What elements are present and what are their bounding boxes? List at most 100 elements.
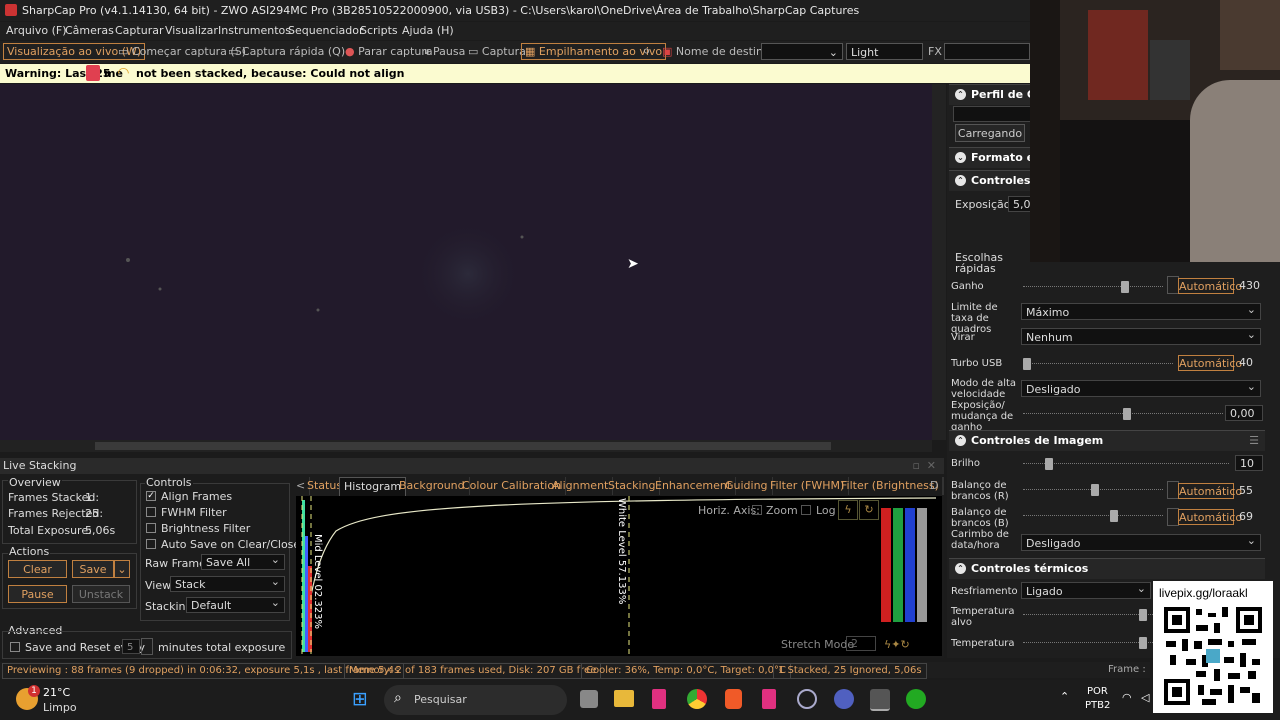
red-channel-slider[interactable]: [881, 508, 891, 622]
brilho-slider[interactable]: [1023, 458, 1229, 470]
fx-select[interactable]: [944, 43, 1030, 60]
virar-select[interactable]: Nenhum: [1021, 326, 1261, 345]
balanco-b-slider-thumb[interactable]: [1110, 510, 1118, 522]
exp-ganho-slider[interactable]: [1023, 408, 1223, 420]
stop-capture-button[interactable]: ● Parar captura: [345, 44, 433, 59]
onenote-icon-2[interactable]: [762, 689, 776, 709]
file-explorer-icon[interactable]: [614, 690, 634, 707]
onenote-icon[interactable]: [652, 689, 666, 709]
turbo-auto-button[interactable]: Automático: [1178, 355, 1242, 371]
stretch-lightning-icon[interactable]: ϟ✦↻: [884, 638, 910, 651]
channel-sliders[interactable]: [881, 498, 939, 622]
ganho-auto-button[interactable]: Automático: [1178, 278, 1242, 294]
clear-button[interactable]: Clear: [8, 560, 67, 578]
auto-stretch-icon[interactable]: ϟ: [838, 500, 858, 520]
menu-arquivo[interactable]: Arquivo (F): [6, 24, 67, 37]
auto-save-checkbox[interactable]: [146, 539, 156, 549]
temp-alvo-slider-thumb[interactable]: [1139, 609, 1147, 621]
scroll-thumb[interactable]: [95, 442, 831, 450]
menu-icon[interactable]: ☰: [1249, 431, 1259, 451]
stacking-select[interactable]: Default: [186, 595, 285, 613]
vertical-scrollbar[interactable]: [932, 84, 946, 440]
tab-scroll-right[interactable]: D: [926, 477, 944, 495]
controles-imagem-header[interactable]: ⌃ Controles de Imagem ☰: [949, 430, 1265, 451]
menu-visualizar[interactable]: Visualizar: [165, 24, 218, 37]
pause-button[interactable]: ⏸ Pausa: [424, 44, 465, 59]
brilho-value[interactable]: 10: [1235, 455, 1263, 471]
target-name-select[interactable]: ⌄: [761, 43, 843, 60]
temp-alvo-slider[interactable]: [1023, 609, 1153, 621]
zoom-checkbox[interactable]: [752, 505, 762, 515]
lang-secondary[interactable]: PTB2: [1085, 700, 1110, 711]
green-channel-slider[interactable]: [893, 508, 903, 622]
record-dot-icon[interactable]: ⚪: [642, 44, 651, 59]
turbo-value[interactable]: 40: [1235, 355, 1269, 371]
log-checkbox[interactable]: [801, 505, 811, 515]
carimbo-select[interactable]: Desligado: [1021, 532, 1261, 551]
align-frames-checkbox[interactable]: ✓: [146, 491, 156, 501]
balanco-b-auto-button[interactable]: Automático: [1178, 509, 1242, 525]
turbo-slider-thumb[interactable]: [1023, 358, 1031, 370]
windows-start-icon[interactable]: ⊞: [352, 689, 372, 709]
balanco-r-value[interactable]: 55: [1235, 483, 1269, 499]
wifi-icon[interactable]: ◠: [1122, 691, 1132, 704]
controles-termicos-header[interactable]: ⌃ Controles térmicos: [949, 558, 1265, 579]
histogram-view[interactable]: Mid Level 02.323% White Level 57.133% Ho…: [296, 496, 942, 656]
reset-icon[interactable]: ↻: [859, 500, 879, 520]
ganho-slider[interactable]: [1023, 281, 1163, 293]
tab-guiding[interactable]: Guiding: [721, 477, 773, 495]
float-icon[interactable]: ▫: [913, 458, 920, 474]
luminance-channel-slider[interactable]: [917, 508, 927, 622]
balanco-r-slider[interactable]: [1023, 484, 1163, 496]
blue-channel-slider[interactable]: [905, 508, 915, 622]
close-icon[interactable]: ✕: [927, 458, 936, 474]
raw-frames-select[interactable]: Save All: [201, 552, 285, 570]
app-icon-globe[interactable]: [797, 689, 817, 709]
stellarium-icon[interactable]: [834, 689, 854, 709]
menu-cameras[interactable]: Câmeras: [65, 24, 114, 37]
brightness-filter-checkbox[interactable]: [146, 523, 156, 533]
carregando-button[interactable]: Carregando: [955, 124, 1025, 142]
menu-ajuda[interactable]: Ajuda (H): [402, 24, 454, 37]
green-app-icon[interactable]: [906, 689, 926, 709]
profile-select[interactable]: [953, 106, 1035, 122]
frame-type-select[interactable]: Light Frames⌄: [846, 43, 923, 76]
target-name-button[interactable]: ▣ Nome de destino: [662, 44, 770, 59]
ganho-slider-thumb[interactable]: [1121, 281, 1129, 293]
save-dropdown-button[interactable]: ⌄: [114, 560, 130, 578]
limite-select[interactable]: Máximo: [1021, 301, 1261, 320]
start-capture-button[interactable]: ▭ Começar captura (S): [118, 44, 246, 59]
menu-scripts[interactable]: Scripts: [360, 24, 398, 37]
menu-instrumentos[interactable]: Instrumentos: [218, 24, 291, 37]
ganho-value[interactable]: 430: [1235, 278, 1269, 294]
horizontal-scrollbar[interactable]: [0, 440, 932, 452]
snapshot-button[interactable]: ▭ Captura: [468, 44, 526, 59]
unstack-button[interactable]: Unstack: [72, 585, 130, 603]
pause-stack-button[interactable]: Pause: [8, 585, 67, 603]
image-viewer[interactable]: ➤: [0, 84, 932, 440]
exp-ganho-slider-thumb[interactable]: [1123, 408, 1131, 420]
save-reset-spinner[interactable]: [141, 638, 153, 655]
balanco-b-slider[interactable]: [1023, 510, 1163, 522]
chrome-icon[interactable]: [687, 689, 707, 709]
balanco-b-value[interactable]: 69: [1235, 509, 1269, 525]
balanco-r-auto-button[interactable]: Automático: [1178, 483, 1242, 499]
save-reset-checkbox[interactable]: [10, 642, 20, 652]
stretch-mode-value[interactable]: 2: [846, 636, 876, 651]
save-button[interactable]: Save: [72, 560, 114, 578]
save-reset-value[interactable]: 5: [122, 639, 140, 654]
fwhm-filter-checkbox[interactable]: [146, 507, 156, 517]
lang-primary[interactable]: POR: [1087, 686, 1108, 697]
menu-sequenciador[interactable]: Sequenciador: [288, 24, 364, 37]
exp-ganho-value[interactable]: 0,00: [1225, 405, 1263, 421]
brilho-slider-thumb[interactable]: [1045, 458, 1053, 470]
resfriamento-select[interactable]: Ligado: [1021, 580, 1151, 599]
view-select[interactable]: Stack: [170, 574, 285, 592]
sharpcap-taskbar-icon[interactable]: [870, 689, 890, 711]
volume-icon[interactable]: ◁: [1141, 691, 1149, 704]
menu-capturar[interactable]: Capturar: [115, 24, 163, 37]
task-view-icon[interactable]: [580, 690, 598, 708]
turbo-slider[interactable]: [1023, 358, 1173, 370]
balanco-r-slider-thumb[interactable]: [1091, 484, 1099, 496]
chevron-up-icon[interactable]: ⌃: [1060, 690, 1069, 703]
